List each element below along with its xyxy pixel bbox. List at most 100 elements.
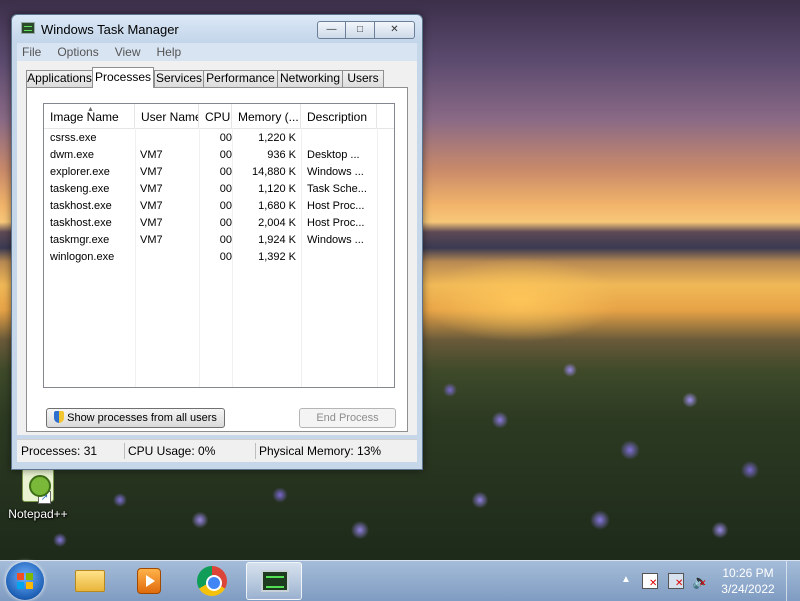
sort-ascending-icon: ▲ <box>87 106 94 113</box>
process-memory: 1,680 K <box>258 200 296 212</box>
process-user: VM7 <box>140 183 163 195</box>
menu-file[interactable]: File <box>17 43 49 60</box>
clock[interactable]: 10:26 PM 3/24/2022 <box>718 565 778 597</box>
status-processes: Processes: 31 <box>21 444 98 458</box>
column-memory[interactable]: Memory (... <box>232 104 301 128</box>
taskbar-task-manager-button[interactable] <box>246 562 302 600</box>
end-process-button[interactable]: End Process <box>299 408 396 428</box>
column-image-name[interactable]: ▲ Image Name <box>44 104 135 128</box>
process-row[interactable]: dwm.exe VM7 00 936 K Desktop ... <box>44 147 394 164</box>
menu-view[interactable]: View <box>107 43 149 60</box>
column-image-name-label: Image Name <box>50 110 119 124</box>
process-row[interactable]: winlogon.exe 00 1,392 K <box>44 249 394 266</box>
process-name: winlogon.exe <box>50 251 115 263</box>
task-manager-window: Windows Task Manager — □ ✕ File Options Vi… <box>11 14 423 470</box>
taskbar-chrome-button[interactable] <box>184 562 240 600</box>
desktop-icon-notepadpp[interactable]: ↗ Notepad++ <box>6 468 70 521</box>
volume-muted-icon[interactable]: 🔈 <box>692 573 709 589</box>
process-description: Windows ... <box>307 166 364 178</box>
menu-help[interactable]: Help <box>149 43 190 60</box>
process-row[interactable]: taskmgr.exe VM7 00 1,924 K Windows ... <box>44 232 394 249</box>
list-header: ▲ Image Name User Name CPU Memory (... D… <box>44 104 394 129</box>
process-user: VM7 <box>140 234 163 246</box>
show-all-processes-button[interactable]: Show processes from all users <box>46 408 225 428</box>
process-cpu: 00 <box>219 166 232 178</box>
show-desktop-button[interactable] <box>786 561 800 601</box>
process-memory: 1,924 K <box>258 234 296 246</box>
process-row[interactable]: csrss.exe 00 1,220 K <box>44 130 394 147</box>
start-button[interactable] <box>6 562 44 600</box>
process-row[interactable]: explorer.exe VM7 00 14,880 K Windows ... <box>44 164 394 181</box>
notepadpp-icon: ↗ <box>22 468 54 504</box>
status-divider <box>255 443 256 459</box>
process-description: Host Proc... <box>307 217 365 229</box>
process-user: VM7 <box>140 149 163 161</box>
process-name: taskhost.exe <box>50 200 112 212</box>
process-name: explorer.exe <box>50 166 110 178</box>
status-physical-memory: Physical Memory: 13% <box>259 444 382 458</box>
process-name: csrss.exe <box>50 132 97 144</box>
process-name: taskhost.exe <box>50 217 112 229</box>
chrome-icon <box>197 566 227 596</box>
process-memory: 936 K <box>267 149 296 161</box>
process-cpu: 00 <box>219 251 232 263</box>
menu-bar: File Options View Help <box>17 43 417 61</box>
close-button[interactable]: ✕ <box>375 21 415 39</box>
tab-networking[interactable]: Networking <box>277 70 343 87</box>
tab-applications[interactable]: Applications <box>26 70 93 87</box>
process-cpu: 00 <box>219 234 232 246</box>
show-hidden-icons-button[interactable]: ▲ <box>621 574 631 585</box>
uac-shield-icon <box>54 411 65 423</box>
windows-explorer-icon <box>75 570 105 592</box>
column-user-name[interactable]: User Name <box>135 104 199 128</box>
status-bar: Processes: 31 CPU Usage: 0% Physical Mem… <box>17 439 417 462</box>
process-name: taskeng.exe <box>50 183 110 195</box>
task-manager-app-icon <box>21 22 35 34</box>
shortcut-arrow-icon: ↗ <box>38 491 51 504</box>
processes-panel: ▲ Image Name User Name CPU Memory (... D… <box>26 87 408 432</box>
maximize-button[interactable]: □ <box>346 21 375 39</box>
tab-services[interactable]: Services <box>154 70 204 87</box>
tab-performance[interactable]: Performance <box>203 70 278 87</box>
status-cpu-usage: CPU Usage: 0% <box>128 444 216 458</box>
minimize-button[interactable]: — <box>317 21 346 39</box>
process-list[interactable]: ▲ Image Name User Name CPU Memory (... D… <box>43 103 395 388</box>
process-cpu: 00 <box>219 200 232 212</box>
window-client-area: Applications Processes Services Performa… <box>17 61 417 435</box>
process-cpu: 00 <box>219 183 232 195</box>
process-cpu: 00 <box>219 132 232 144</box>
process-name: taskmgr.exe <box>50 234 110 246</box>
taskbar-explorer-button[interactable] <box>61 562 117 600</box>
process-user: VM7 <box>140 166 163 178</box>
process-row[interactable]: taskhost.exe VM7 00 2,004 K Host Proc... <box>44 215 394 232</box>
process-description: Host Proc... <box>307 200 365 212</box>
process-description: Task Sche... <box>307 183 367 195</box>
column-description[interactable]: Description <box>301 104 377 128</box>
process-memory: 1,392 K <box>258 251 296 263</box>
clock-date: 3/24/2022 <box>721 582 775 596</box>
process-description: Desktop ... <box>307 149 360 161</box>
process-row[interactable]: taskhost.exe VM7 00 1,680 K Host Proc... <box>44 198 394 215</box>
process-user: VM7 <box>140 200 163 212</box>
process-memory: 2,004 K <box>258 217 296 229</box>
process-memory: 14,880 K <box>251 166 296 178</box>
process-name: dwm.exe <box>50 149 95 161</box>
wallpaper-flowers <box>420 330 800 560</box>
action-center-icon[interactable] <box>642 573 658 589</box>
network-icon[interactable] <box>668 573 684 589</box>
tab-users[interactable]: Users <box>342 70 384 87</box>
column-cpu[interactable]: CPU <box>199 104 232 128</box>
show-all-processes-label: Show processes from all users <box>67 412 217 424</box>
title-bar[interactable]: Windows Task Manager — □ ✕ <box>12 15 422 43</box>
window-title: Windows Task Manager <box>41 22 179 37</box>
taskbar: ▲ 🔈 10:26 PM 3/24/2022 <box>0 560 800 601</box>
menu-options[interactable]: Options <box>49 43 106 60</box>
tab-processes[interactable]: Processes <box>92 67 154 88</box>
clock-time: 10:26 PM <box>722 566 774 580</box>
media-player-icon <box>137 568 161 594</box>
taskbar-media-player-button[interactable] <box>121 562 177 600</box>
process-cpu: 00 <box>219 149 232 161</box>
process-row[interactable]: taskeng.exe VM7 00 1,120 K Task Sche... <box>44 181 394 198</box>
process-user: VM7 <box>140 217 163 229</box>
status-divider <box>124 443 125 459</box>
